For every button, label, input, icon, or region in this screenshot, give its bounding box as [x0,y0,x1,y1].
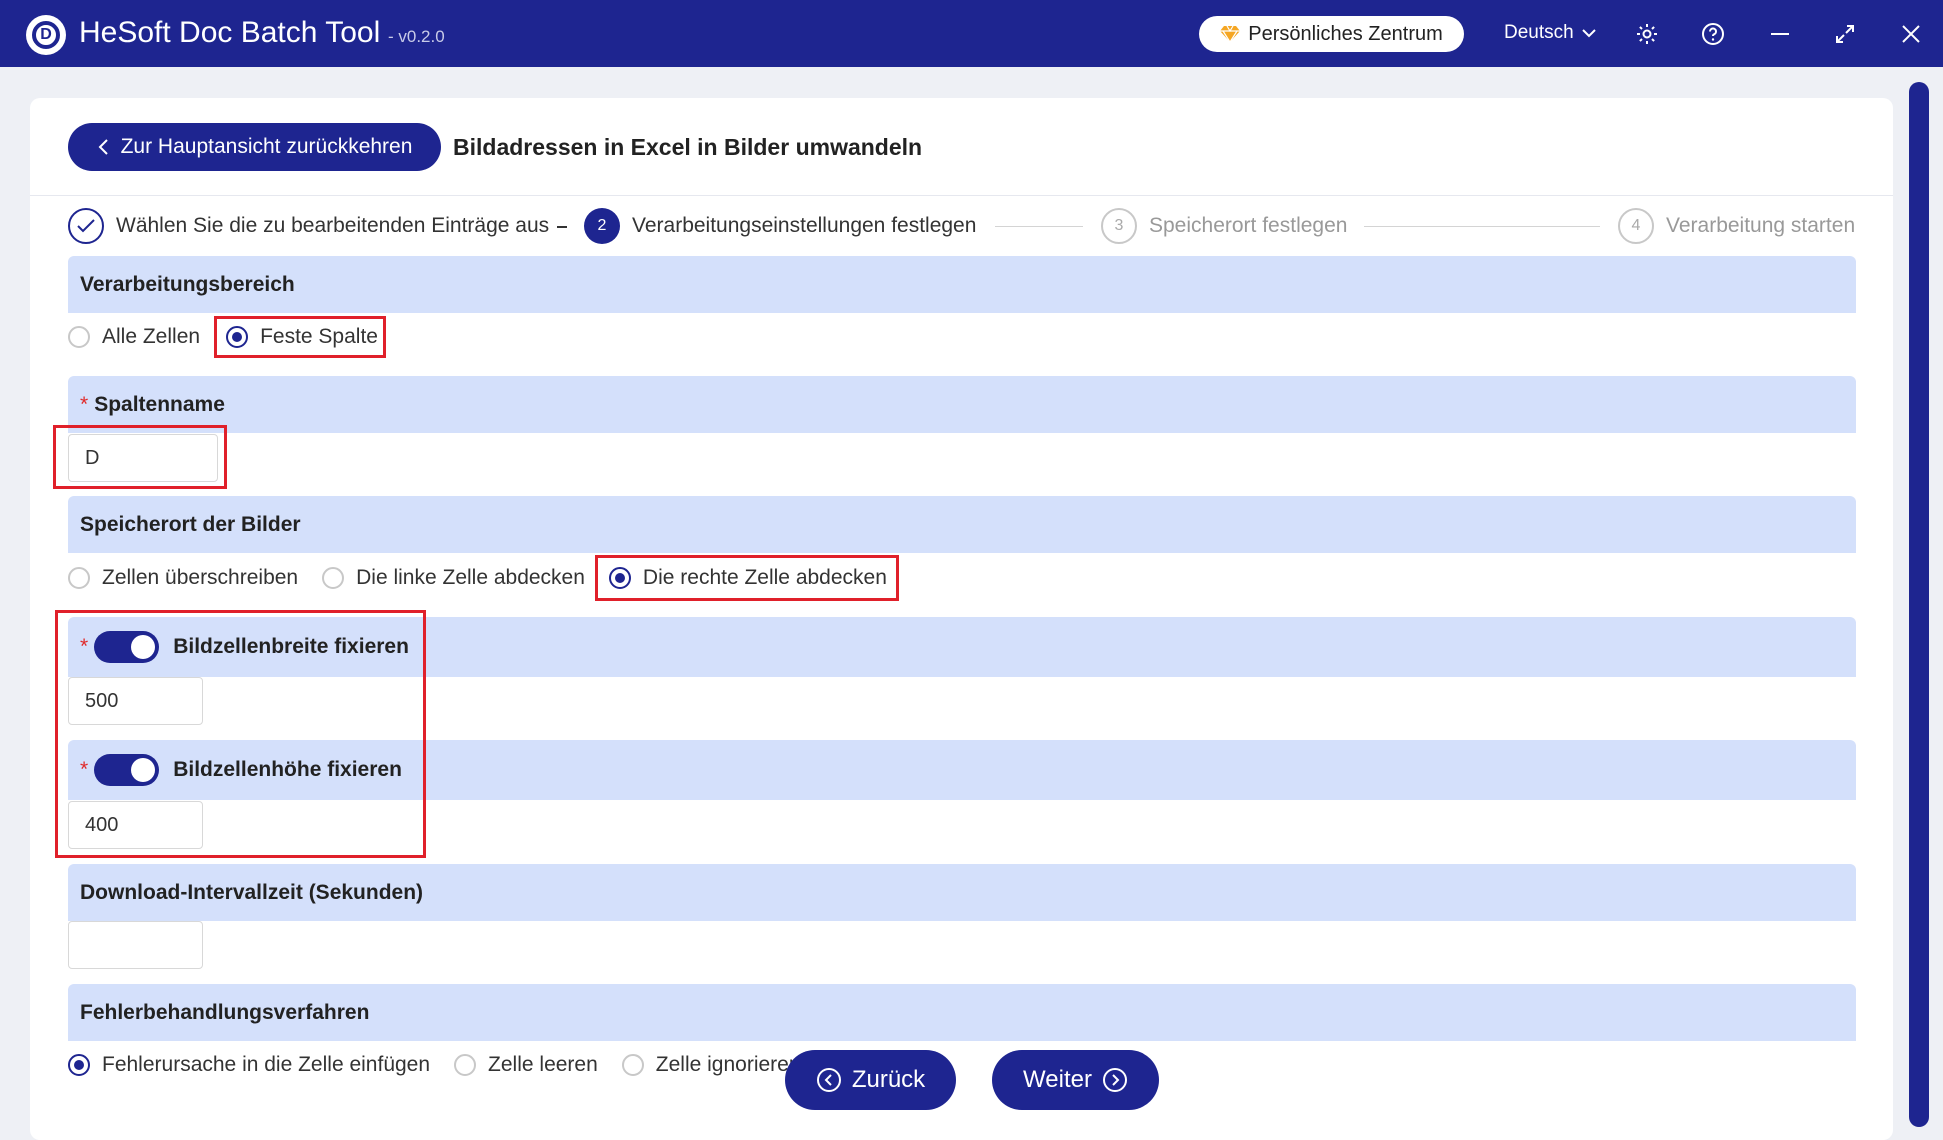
step-4: 4 Verarbeitung starten [1618,208,1855,244]
arrow-right-circle-icon [1102,1068,1127,1092]
radio-cover-left-cell[interactable]: Die linke Zelle abdecken [322,566,585,590]
step-2: 2 Verarbeitungseinstellungen festlegen [584,208,976,244]
back-button-label: Zurück [851,1066,926,1093]
highlight-right-cell [595,555,899,601]
radio-ignore-cell[interactable]: Zelle ignorieren [621,1053,801,1077]
header-divider [30,195,1893,196]
diamond-icon [1220,25,1241,43]
back-to-home-label: Zur Hauptansicht zurückkehren [120,135,413,158]
chevron-left-icon [98,139,108,155]
check-icon [68,208,104,244]
help-icon[interactable] [1697,18,1729,50]
maximize-icon[interactable] [1829,18,1861,50]
chevron-down-icon [1581,29,1596,38]
radio-overwrite-cells[interactable]: Zellen überschreiben [68,566,298,590]
gear-icon[interactable] [1631,18,1663,50]
page-title: Bildadressen in Excel in Bilder umwandel… [453,134,923,160]
radio-all-cells[interactable]: Alle Zellen [68,325,200,349]
step-1-label: Wählen Sie die zu bearbeitenden Einträge… [116,214,550,237]
back-button[interactable]: Zurück [785,1050,956,1110]
step-connector-2 [995,226,1083,227]
personal-center-label: Persönliches Zentrum [1248,22,1443,45]
step-3-label: Speicherort festlegen [1149,214,1348,237]
location-section-title: Speicherort der Bilder [80,512,301,536]
error-radio-group: Fehlerursache in die Zelle einfügen Zell… [68,1053,801,1077]
personal-center-button[interactable]: Persönliches Zentrum [1199,16,1464,52]
arrow-left-circle-icon [816,1068,841,1092]
next-button-label: Weiter [1023,1066,1092,1093]
app-logo-icon: D [26,15,66,55]
vertical-scrollbar[interactable] [1909,82,1929,1127]
title-bar: D HeSoft Doc Batch Tool - v0.2.0 Persönl… [0,0,1943,67]
step-2-number: 2 [584,208,620,244]
location-section-header: Speicherort der Bilder [68,496,1856,553]
column-section-title: Spaltenname [94,392,225,416]
close-icon[interactable] [1895,18,1927,50]
step-4-number: 4 [1618,208,1654,244]
highlight-cell-size [55,610,426,858]
highlight-fixed-column [214,316,386,358]
interval-input[interactable] [68,921,203,969]
step-3: 3 Speicherort festlegen [1101,208,1347,244]
next-button[interactable]: Weiter [992,1050,1159,1110]
back-to-home-button[interactable]: Zur Hauptansicht zurückkehren [68,123,441,171]
radio-clear-cell[interactable]: Zelle leeren [454,1053,598,1077]
radio-insert-error[interactable]: Fehlerursache in die Zelle einfügen [68,1053,430,1077]
minimize-icon[interactable] [1764,18,1796,50]
language-selector[interactable]: Deutsch [1504,22,1596,44]
step-4-label: Verarbeitung starten [1666,214,1856,237]
error-section-header: Fehlerbehandlungsverfahren [68,984,1856,1041]
app-version: - v0.2.0 [388,27,445,46]
step-2-label: Verarbeitungseinstellungen festlegen [632,214,977,237]
language-label: Deutsch [1504,22,1574,43]
step-connector-1 [557,226,567,228]
interval-section-title: Download-Intervallzeit (Sekunden) [80,880,424,904]
range-section-title: Verarbeitungsbereich [80,272,295,296]
step-3-number: 3 [1101,208,1137,244]
column-section-header: * Spaltenname [68,376,1856,433]
step-1: Wählen Sie die zu bearbeitenden Einträge… [68,208,549,244]
range-section-header: Verarbeitungsbereich [68,256,1856,313]
error-section-title: Fehlerbehandlungsverfahren [80,1000,370,1024]
required-asterisk: * [80,392,89,416]
step-connector-3 [1364,226,1600,227]
highlight-column-name [53,425,227,489]
app-title: HeSoft Doc Batch Tool [79,16,381,49]
interval-section-header: Download-Intervallzeit (Sekunden) [68,864,1856,921]
